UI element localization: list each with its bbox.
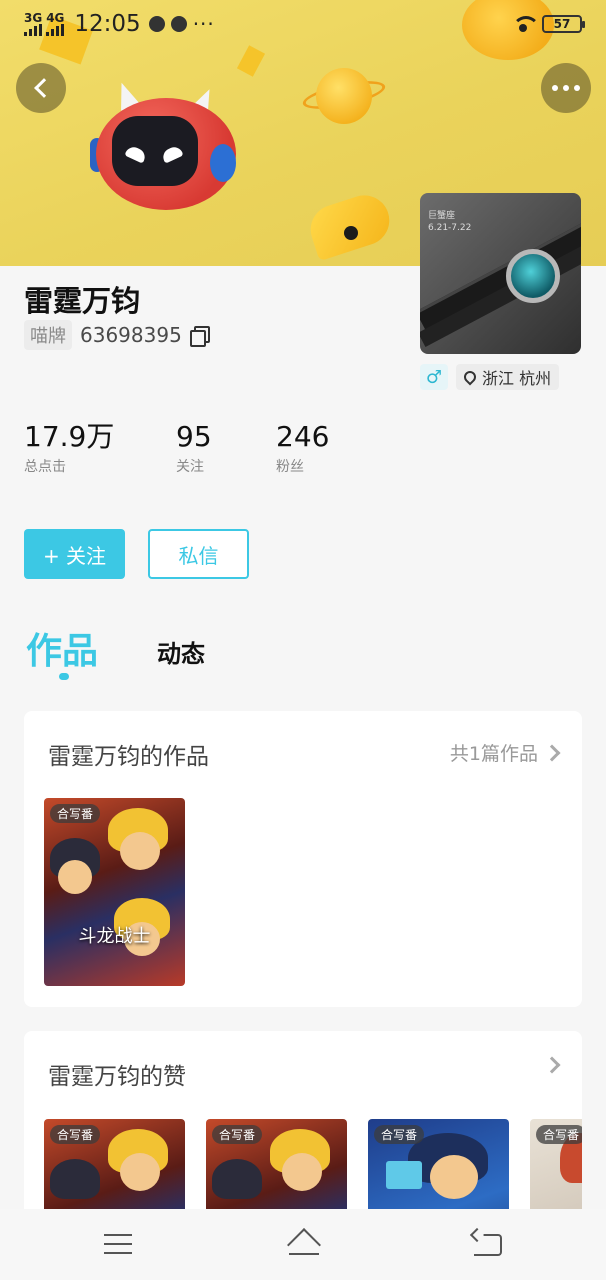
avatar-caption: 巨蟹座 6.21-7.22: [428, 211, 472, 233]
banner-cube-decoration: [236, 45, 266, 77]
stat-following[interactable]: 95 关注: [176, 420, 276, 476]
stat-label: 粉丝: [276, 458, 304, 475]
message-button[interactable]: 私信: [148, 529, 249, 579]
cat-app-notification-icon: [148, 16, 165, 32]
menu-icon[interactable]: [104, 1234, 132, 1254]
chevron-right-icon: [543, 1056, 561, 1074]
cover-art: [120, 832, 160, 870]
avatar-zodiac-gem: [506, 249, 560, 303]
location-pin-icon: [461, 368, 479, 386]
chevron-right-icon: [543, 744, 561, 761]
cover-art: [120, 1153, 160, 1191]
cover-art: [212, 1159, 262, 1199]
cover-badge: 合写番: [536, 1125, 582, 1144]
avatar[interactable]: 巨蟹座 6.21-7.22: [420, 193, 581, 354]
follow-button[interactable]: + 关注: [24, 529, 125, 579]
location-text: 浙江 杭州: [482, 369, 552, 388]
cover-art: [50, 1159, 100, 1199]
home-icon[interactable]: [285, 1231, 323, 1257]
network-type-label: 3G: [24, 11, 43, 25]
id-number: 63698395: [80, 323, 182, 347]
cover-art: [282, 1153, 322, 1191]
tab-works[interactable]: 作品: [26, 622, 98, 674]
stat-value: 95: [176, 420, 212, 453]
active-tab-indicator: [59, 673, 69, 680]
stat-label: 总点击: [24, 458, 66, 475]
cover-art: [386, 1161, 422, 1189]
id-label: 喵牌: [24, 320, 72, 350]
status-bar: 3G 4G 12:05 ··· 57: [0, 0, 606, 48]
battery-icon: 57: [542, 15, 585, 33]
stat-value: 246: [276, 420, 330, 453]
banner-rocket-decoration: [304, 188, 396, 262]
likes-card: 雷霆万钧的赞 合写番 合写番 合写番 合写番: [24, 1031, 582, 1231]
robot-eye: [124, 144, 148, 164]
cover-art: [58, 860, 92, 894]
robot-ear: [210, 144, 236, 182]
robot-eye: [160, 144, 184, 164]
stat-label: 关注: [176, 458, 204, 475]
stat-followers[interactable]: 246 粉丝: [276, 420, 428, 476]
cover-badge: 合写番: [50, 1125, 101, 1144]
wifi-icon: [512, 16, 540, 32]
banner-rocket-window: [344, 226, 358, 240]
copy-icon[interactable]: [189, 326, 210, 347]
gender-male-icon: ♂: [420, 364, 448, 390]
cover-badge: 合写番: [374, 1125, 425, 1144]
robot-face: [112, 116, 198, 186]
network-indicator: 3G 4G: [24, 12, 64, 36]
network-type-label: 4G: [46, 11, 65, 25]
signal-bars-icon: [24, 24, 42, 36]
back-icon[interactable]: [474, 1234, 502, 1256]
location-badge: 浙江 杭州: [456, 364, 560, 390]
more-options-button[interactable]: [541, 63, 591, 113]
works-count-text: 共1篇作品: [449, 743, 538, 765]
stat-total-clicks: 17.9万 总点击: [24, 420, 176, 476]
signal-bars-icon: [46, 24, 65, 36]
clock: 12:05: [74, 11, 141, 37]
cover-badge: 合写番: [50, 804, 101, 823]
user-name: 雷霆万钧: [24, 284, 141, 318]
work-cover[interactable]: 合写番 斗龙战士: [44, 798, 185, 986]
works-card-title: 雷霆万钧的作品: [48, 744, 209, 770]
stats-row: 17.9万 总点击 95 关注 246 粉丝: [24, 420, 428, 476]
works-count-link[interactable]: 共1篇作品: [449, 739, 561, 766]
likes-card-title: 雷霆万钧的赞: [48, 1064, 186, 1090]
banner-planet-decoration: [316, 68, 372, 124]
user-id-row: 喵牌 63698395: [24, 320, 210, 350]
system-nav-bar: [0, 1209, 606, 1280]
cover-title: 斗龙战士: [78, 926, 151, 947]
stat-value: 17.9万: [24, 420, 115, 453]
more-notifications-icon: ···: [192, 12, 215, 36]
more-dots-icon: [552, 85, 580, 91]
chevron-left-icon: [34, 78, 54, 98]
cover-art: [430, 1155, 478, 1199]
back-button[interactable]: [16, 63, 66, 113]
likes-more-link[interactable]: [543, 1056, 561, 1074]
tab-activity[interactable]: 动态: [157, 634, 205, 669]
cover-badge: 合写番: [212, 1125, 263, 1144]
chat-notification-icon: [170, 16, 187, 32]
works-card: 雷霆万钧的作品 共1篇作品 合写番 斗龙战士: [24, 711, 582, 1007]
